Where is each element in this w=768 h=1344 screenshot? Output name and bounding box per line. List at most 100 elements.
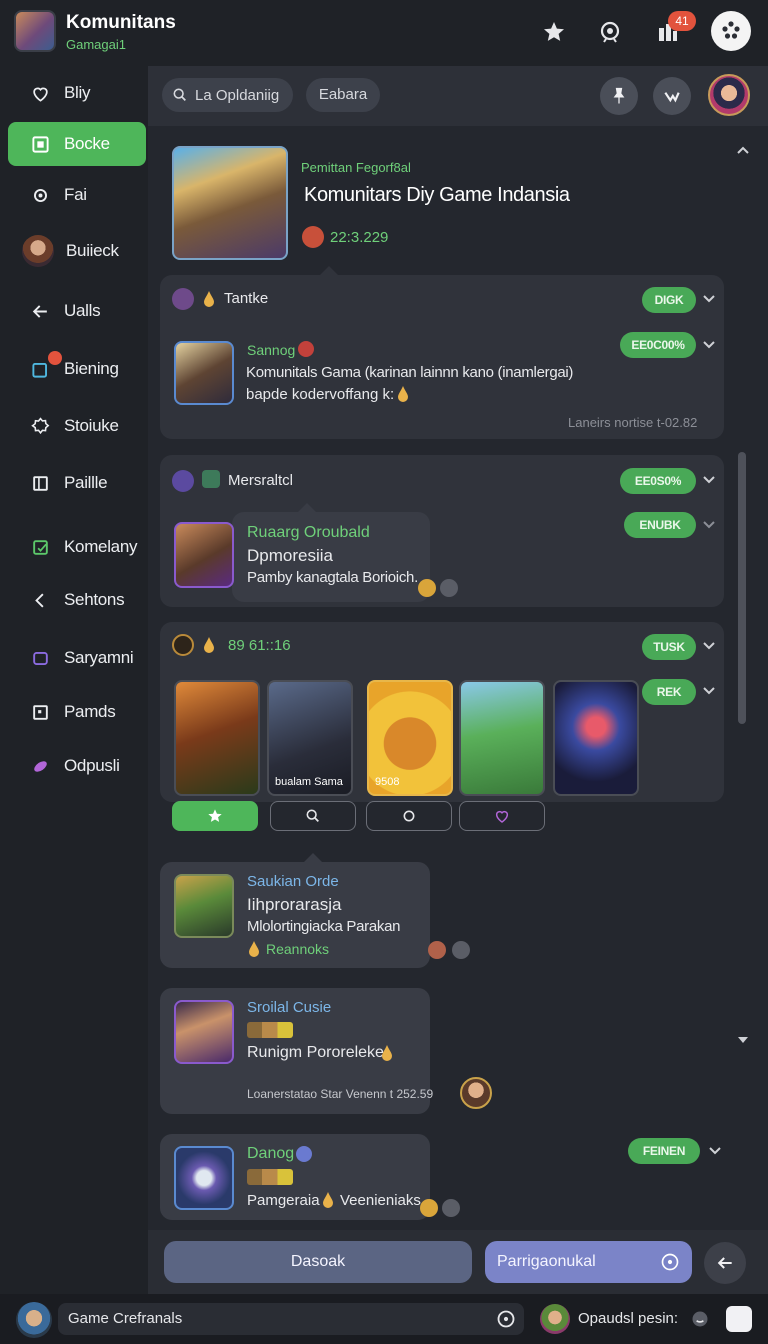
post-thumbnail[interactable] <box>174 1146 234 1210</box>
circle-icon[interactable] <box>496 1309 516 1329</box>
search-button[interactable] <box>270 801 356 831</box>
post-line: Iihprorarasja <box>247 895 342 914</box>
sidebar-item-10[interactable]: Saryamni <box>8 636 146 680</box>
friend-avatar[interactable] <box>540 1304 570 1334</box>
sidebar-item-11[interactable]: Pamds <box>8 690 146 734</box>
sidebar-item-6[interactable]: Stoiuke <box>8 404 146 448</box>
sidebar-item-label: Fai <box>64 185 87 204</box>
chevron-down-icon[interactable] <box>702 338 716 352</box>
status-badge[interactable]: TUSK <box>642 634 696 660</box>
chat-input[interactable]: Game Crefranals <box>58 1303 524 1335</box>
emoji-reaction[interactable] <box>418 579 436 597</box>
sidebar-item-3[interactable]: Buiieck <box>8 229 146 273</box>
featured-thumbnail[interactable] <box>172 146 288 260</box>
post-thumbnail[interactable] <box>174 874 234 938</box>
status-badge[interactable]: EE0C00% <box>620 332 696 358</box>
send-button[interactable] <box>704 1242 746 1284</box>
post-line: Dpmoresiia <box>247 546 333 565</box>
sidebar-item-2[interactable]: Fai <box>8 173 146 217</box>
status-badge[interactable]: ENUBK <box>624 512 696 538</box>
star-icon[interactable] <box>536 14 572 50</box>
sidebar-item-label: Bocke <box>64 134 110 153</box>
search-input[interactable]: La Opldaniig <box>162 78 293 112</box>
star-icon <box>208 809 222 822</box>
search-icon <box>306 809 319 822</box>
secondary-action-button[interactable]: Parrigaonukal <box>485 1241 692 1283</box>
secondary-action-label: Parrigaonukal <box>497 1253 596 1270</box>
game-tile[interactable]: 9508 <box>367 680 453 796</box>
user-avatar[interactable] <box>460 1077 492 1109</box>
send-icon <box>717 1257 732 1269</box>
bubble-pointer <box>298 503 316 512</box>
chevron-down-icon[interactable] <box>702 639 716 653</box>
sidebar-item-0[interactable]: Bliy <box>8 71 146 115</box>
game-tile[interactable] <box>553 680 639 796</box>
chevron-down-icon[interactable] <box>702 518 716 532</box>
post-author[interactable]: Tantke <box>224 290 268 307</box>
check-button[interactable] <box>653 77 691 115</box>
post-line: Komunitals Gama (karinan lainnn kano (in… <box>246 364 574 381</box>
chevron-down-icon[interactable] <box>702 473 716 487</box>
game-tile[interactable] <box>459 680 545 796</box>
sidebar-item-label: Bliy <box>64 83 91 102</box>
sidebar-item-1[interactable]: Bocke <box>8 122 146 166</box>
search-placeholder: La Opldaniig <box>195 86 280 104</box>
sidebar-item-12[interactable]: Odpusli <box>8 744 146 788</box>
post-line: Pamgeraia <box>247 1192 320 1209</box>
profile-avatar[interactable] <box>708 74 750 116</box>
post-line: Veenieniaks <box>340 1192 421 1209</box>
app-store-icon[interactable] <box>726 1306 752 1332</box>
status-badge[interactable]: EE0S0% <box>620 468 696 494</box>
primary-action-button[interactable]: Dasoak <box>164 1241 472 1283</box>
like-button[interactable] <box>459 801 545 831</box>
scroll-up-icon[interactable] <box>736 144 750 156</box>
circle-button[interactable] <box>366 801 452 831</box>
sidebar-item-9[interactable]: Sehtons <box>8 578 146 622</box>
game-tile-caption: bualam Sama <box>275 776 343 788</box>
arrow-left-icon <box>30 301 50 321</box>
emoji-reaction[interactable] <box>420 1199 438 1217</box>
status-text: Opaudsl pesin: <box>578 1310 679 1327</box>
chevron-down-icon[interactable] <box>708 1144 722 1158</box>
emoji-reaction[interactable] <box>428 941 446 959</box>
author-avatar <box>172 634 194 656</box>
add-reaction-icon[interactable] <box>442 1199 460 1217</box>
sidebar-item-label: Saryamni <box>64 648 134 667</box>
post-author[interactable]: 89 61::16 <box>228 637 291 654</box>
favorite-button[interactable] <box>172 801 258 831</box>
add-reaction-icon[interactable] <box>452 941 470 959</box>
sidebar-item-label: Sehtons <box>64 590 125 609</box>
status-badge[interactable]: DIGK <box>642 287 696 313</box>
post-author[interactable]: Mersraltcl <box>228 472 293 489</box>
game-tile[interactable] <box>174 680 260 796</box>
app-avatar[interactable] <box>14 10 56 52</box>
chevron-down-icon[interactable] <box>702 292 716 306</box>
featured-title[interactable]: Komunitars Diy Game Indansia <box>304 184 570 207</box>
chevron-down-icon[interactable] <box>702 684 716 698</box>
scrollbar-thumb[interactable] <box>738 452 746 724</box>
game-tile[interactable]: bualam Sama <box>267 680 353 796</box>
sidebar-item-5[interactable]: Biening <box>8 347 146 391</box>
user-avatar[interactable] <box>16 1302 52 1338</box>
menu-dots-button[interactable] <box>711 11 751 51</box>
featured-meta: 22:3.229 <box>330 229 389 246</box>
status-badge[interactable]: REK <box>642 679 696 705</box>
scroll-down-icon[interactable] <box>736 1034 750 1046</box>
post-line: Mlolortingiacka Parakan <box>247 918 401 935</box>
emoji-icon[interactable] <box>690 1309 710 1329</box>
pin-button[interactable] <box>600 77 638 115</box>
sidebar-item-8[interactable]: Komelany <box>8 525 146 569</box>
top-bar: Komunitans Gamagai1 41 <box>0 0 768 66</box>
post-footer: Loanerstatao Star Venenn t 252.59 <box>247 1087 434 1101</box>
support-icon[interactable] <box>592 14 628 50</box>
filter-button[interactable]: Eabara <box>306 78 380 112</box>
status-badge[interactable]: FEINEN <box>628 1138 700 1164</box>
add-reaction-icon[interactable] <box>440 579 458 597</box>
post-thumbnail[interactable] <box>174 522 234 588</box>
post-thumbnail[interactable] <box>174 1000 234 1064</box>
sidebar-item-7[interactable]: Paillle <box>8 461 146 505</box>
post-thumbnail[interactable] <box>174 341 234 405</box>
bubble-pointer <box>304 853 322 862</box>
pin-icon <box>613 87 625 104</box>
sidebar-item-4[interactable]: Ualls <box>8 289 146 333</box>
